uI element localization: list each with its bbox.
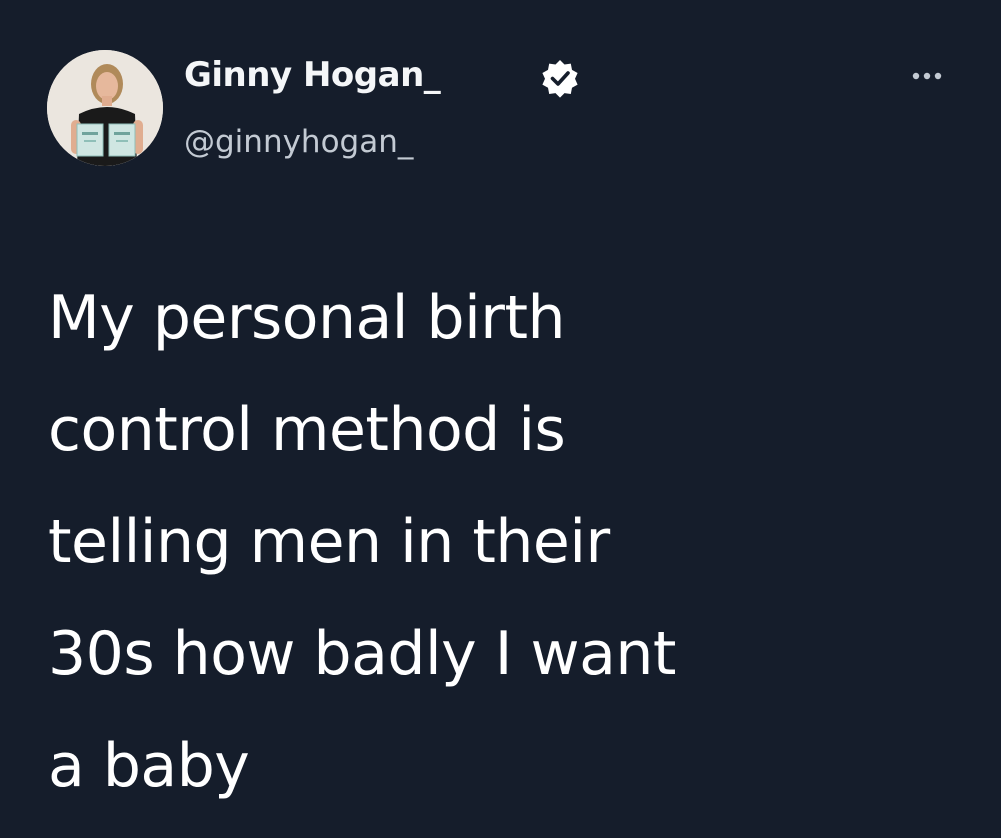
tweet-text-line: control method is — [48, 395, 566, 465]
verified-badge-icon — [542, 60, 578, 98]
tweet-card: Ginny Hogan_ @ginnyhogan_ My personal bi… — [0, 0, 1001, 838]
tweet-text: My personal birth control method is tell… — [48, 262, 948, 822]
more-options-button[interactable] — [902, 58, 952, 94]
tweet-text-line: a baby — [48, 731, 250, 801]
user-handle[interactable]: @ginnyhogan_ — [184, 124, 413, 160]
avatar[interactable] — [47, 50, 163, 166]
tweet-text-line: My personal birth — [48, 283, 566, 353]
display-name[interactable]: Ginny Hogan_ — [184, 55, 441, 95]
tweet-text-line: telling men in their — [48, 507, 610, 577]
avatar-photo-icon — [47, 50, 163, 166]
tweet-text-line: 30s how badly I want — [48, 619, 676, 689]
more-options-icon — [912, 72, 942, 80]
